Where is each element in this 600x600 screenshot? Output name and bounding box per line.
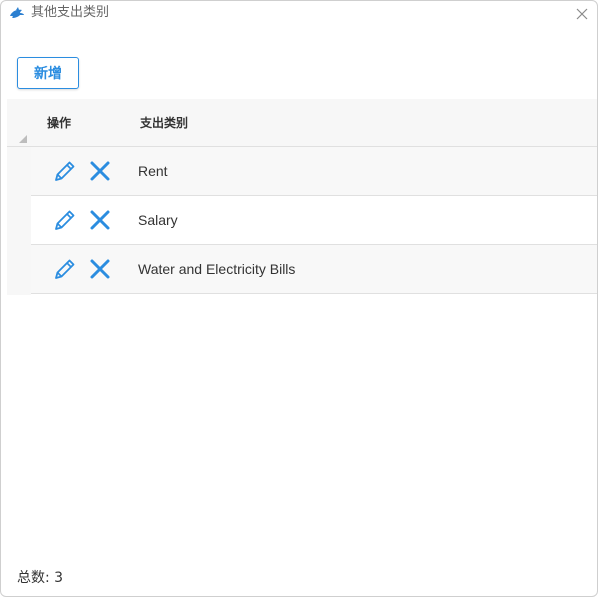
dialog-window: 其他支出类别 新增 操作 支出类别 Rent Salary Water and … xyxy=(0,0,598,597)
delete-x-icon[interactable] xyxy=(89,258,111,280)
select-all-corner[interactable] xyxy=(7,99,31,147)
column-header-category[interactable]: 支出类别 xyxy=(140,116,188,130)
add-button[interactable]: 新增 xyxy=(17,57,79,89)
category-cell: Salary xyxy=(138,212,178,228)
window-title: 其他支出类别 xyxy=(31,5,110,20)
total-label: 总数: xyxy=(17,570,50,586)
column-header-actions[interactable]: 操作 xyxy=(47,116,71,130)
table-row[interactable]: Rent xyxy=(31,147,597,196)
edit-pencil-icon[interactable] xyxy=(53,159,77,183)
total-value: 3 xyxy=(54,570,64,586)
delete-x-icon[interactable] xyxy=(89,160,111,182)
table-row[interactable]: Water and Electricity Bills xyxy=(31,245,597,294)
table-row[interactable]: Salary xyxy=(31,196,597,245)
category-cell: Water and Electricity Bills xyxy=(138,261,296,277)
close-icon[interactable] xyxy=(575,6,589,20)
table-header: 操作 支出类别 xyxy=(31,99,597,147)
title-bar[interactable]: 其他支出类别 xyxy=(1,1,597,27)
total-count: 总数: 3 xyxy=(17,569,63,587)
delete-x-icon[interactable] xyxy=(89,209,111,231)
dolphin-icon xyxy=(9,6,25,20)
corner-triangle-icon xyxy=(19,135,27,143)
edit-pencil-icon[interactable] xyxy=(53,257,77,281)
category-cell: Rent xyxy=(138,163,168,179)
category-table: 操作 支出类别 Rent Salary Water and Electricit… xyxy=(7,99,597,295)
edit-pencil-icon[interactable] xyxy=(53,208,77,232)
